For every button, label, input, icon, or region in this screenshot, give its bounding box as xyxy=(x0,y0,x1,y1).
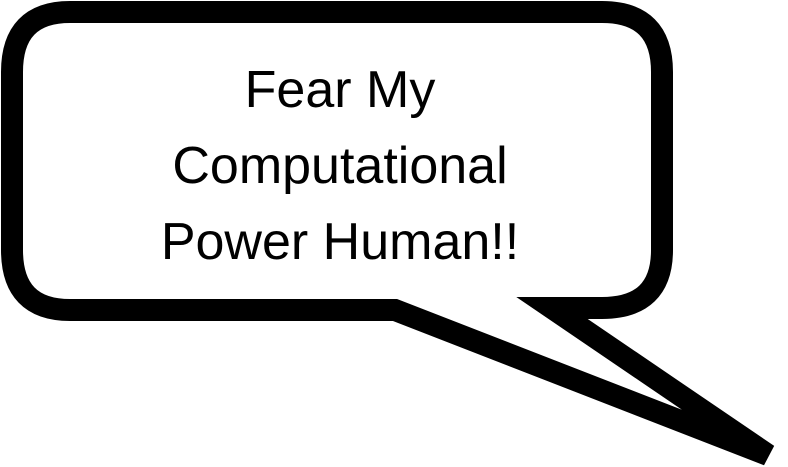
speech-bubble-text: Fear My Computational Power Human!! xyxy=(40,52,640,280)
speech-line-2: Computational xyxy=(172,137,508,195)
speech-line-1: Fear My xyxy=(244,61,436,119)
speech-line-3: Power Human!! xyxy=(160,213,520,271)
